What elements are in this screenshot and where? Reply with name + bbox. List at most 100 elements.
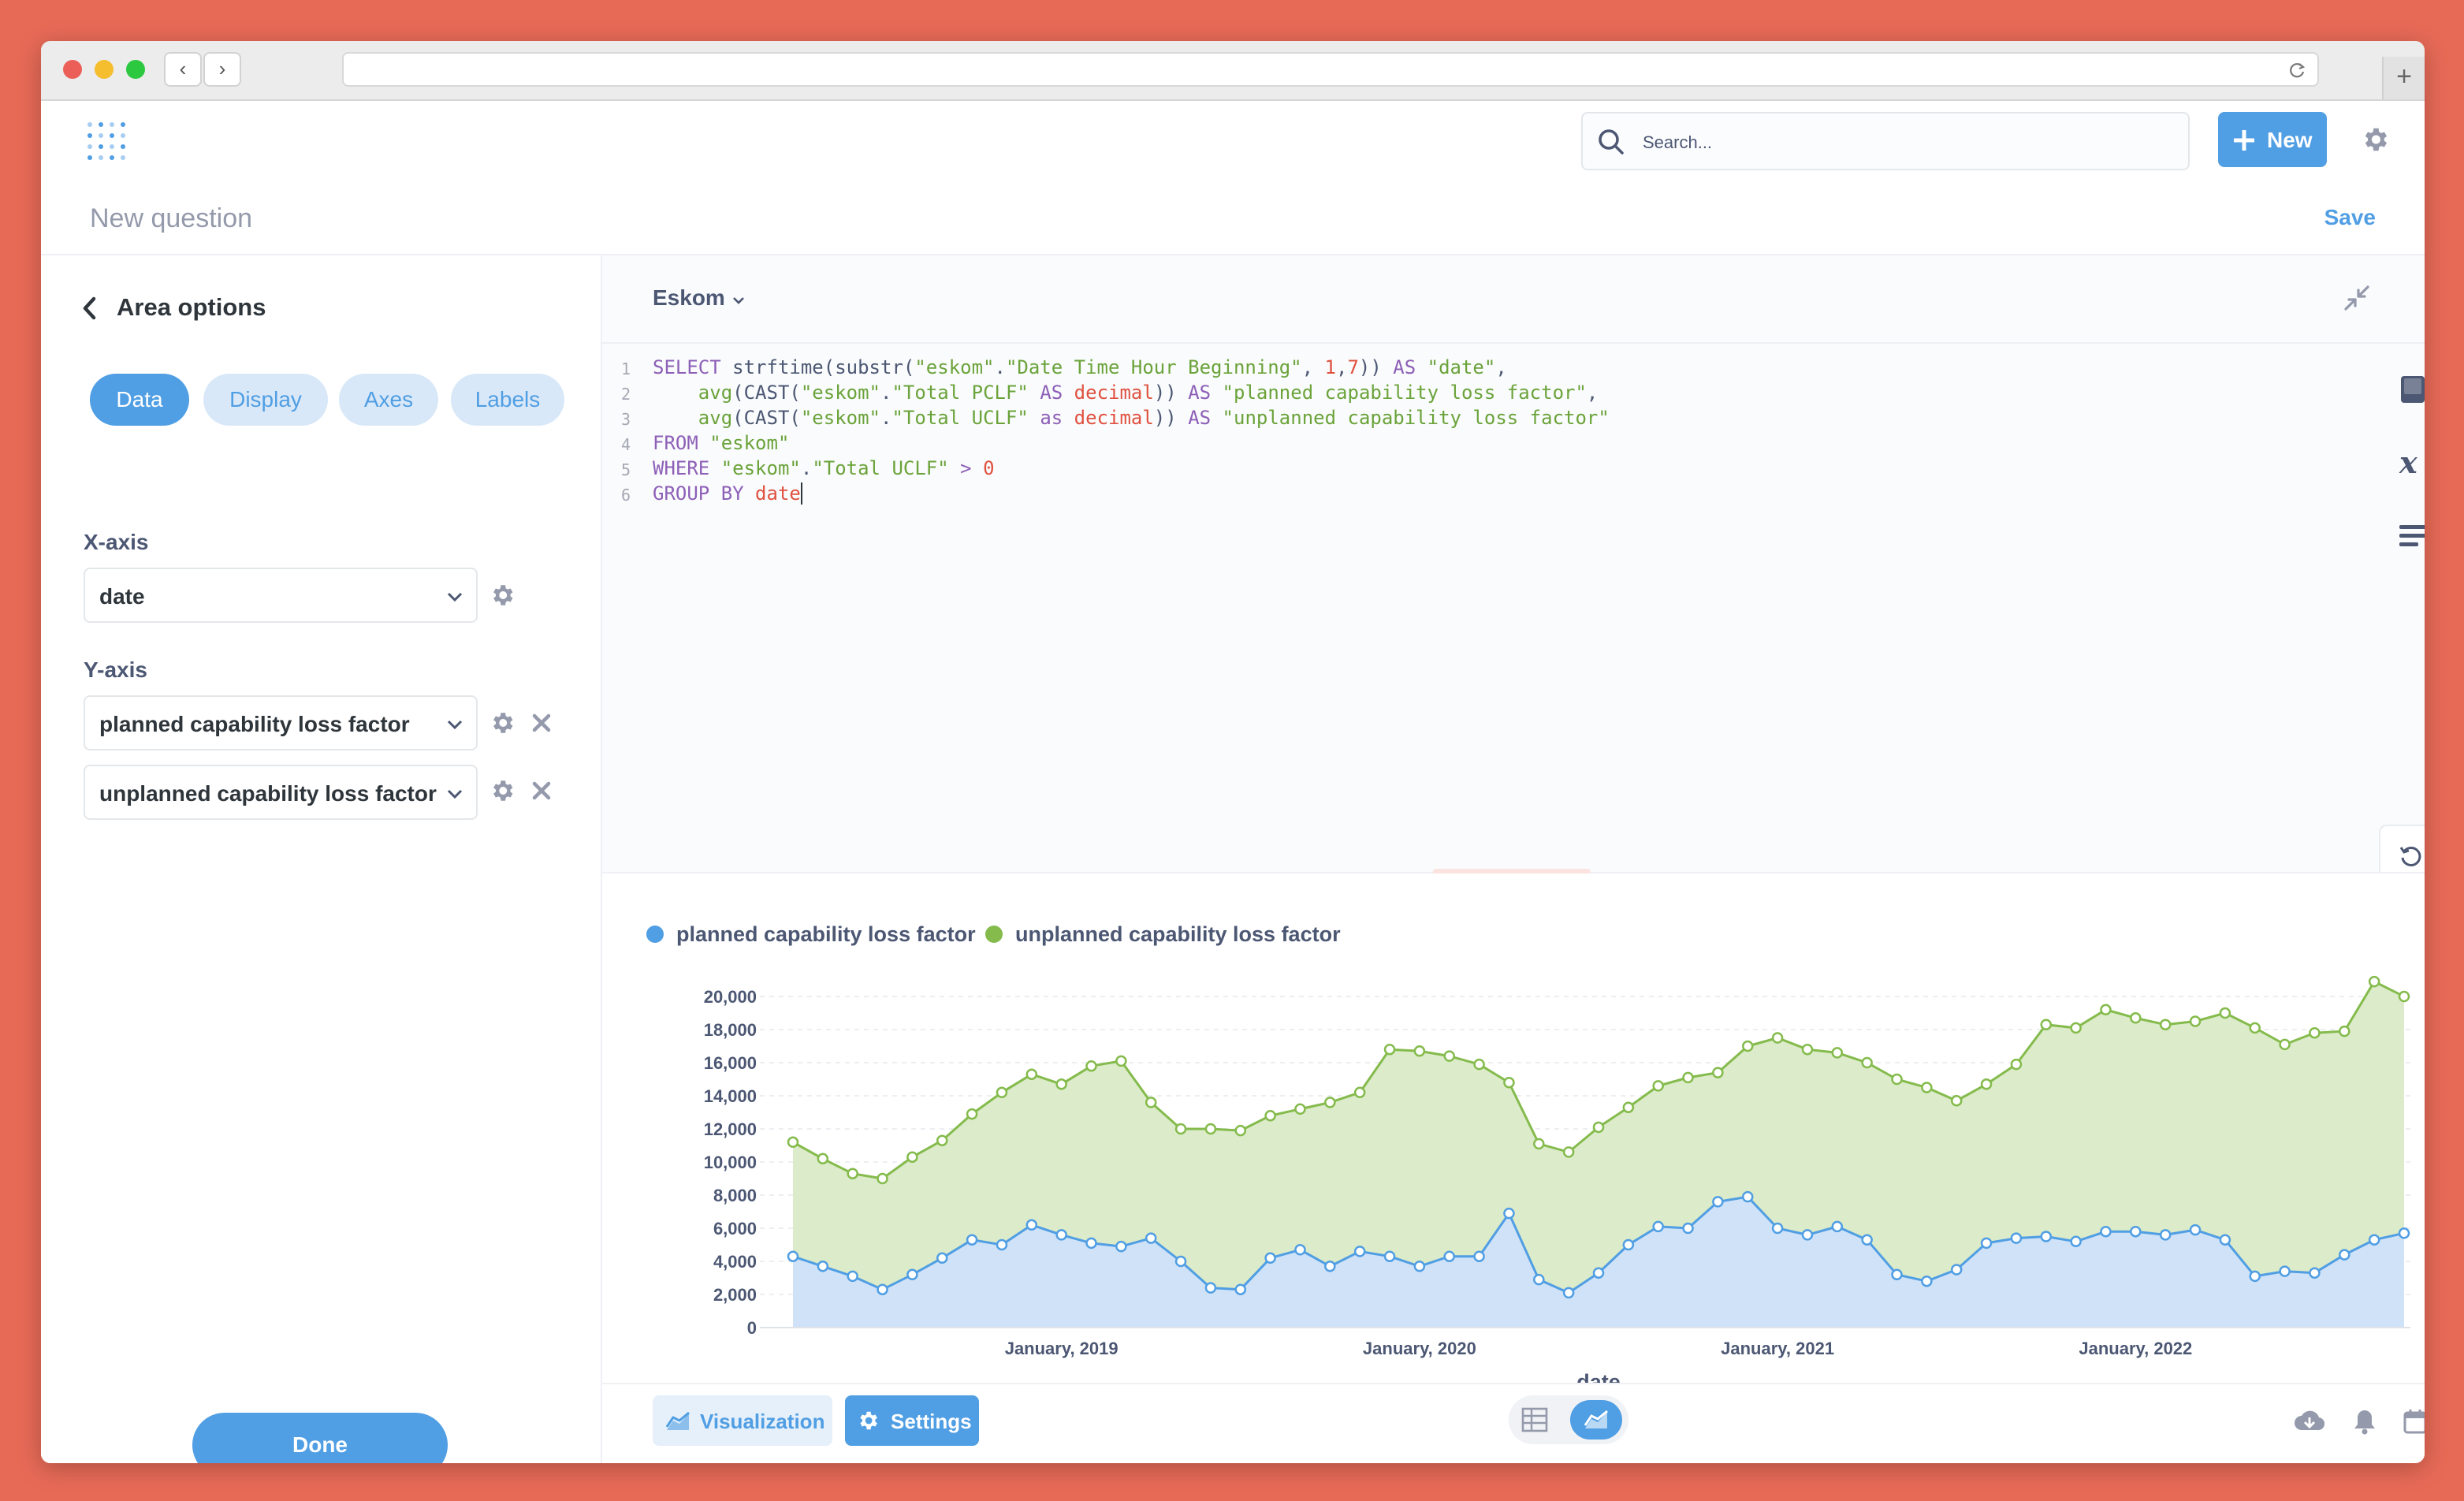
data-point[interactable] <box>936 1134 948 1146</box>
data-point[interactable] <box>996 1238 1008 1251</box>
data-point[interactable] <box>877 1172 888 1185</box>
data-point[interactable] <box>1622 1101 1635 1113</box>
forward-button[interactable]: › <box>203 52 241 87</box>
data-point[interactable] <box>2249 1022 2261 1034</box>
data-point[interactable] <box>1413 1045 1426 1057</box>
new-tab-button[interactable]: + <box>2382 57 2425 99</box>
data-point[interactable] <box>1891 1073 1903 1086</box>
data-point[interactable] <box>787 1136 799 1149</box>
url-bar[interactable] <box>342 52 2319 87</box>
data-point[interactable] <box>1533 1138 1545 1150</box>
data-point[interactable] <box>1980 1078 1993 1090</box>
data-point[interactable] <box>1831 1220 1844 1233</box>
data-point[interactable] <box>906 1268 918 1281</box>
calendar-icon[interactable] <box>2403 1408 2425 1435</box>
maximize-window-button[interactable] <box>126 60 145 79</box>
data-point[interactable] <box>1742 1190 1754 1203</box>
data-point[interactable] <box>2309 1026 2321 1039</box>
data-point[interactable] <box>1174 1123 1187 1135</box>
metabase-logo-icon[interactable] <box>85 120 126 161</box>
data-point[interactable] <box>1771 1222 1784 1235</box>
data-point[interactable] <box>2070 1235 2082 1248</box>
table-icon[interactable] <box>1521 1407 1548 1432</box>
data-point[interactable] <box>1533 1273 1545 1286</box>
data-point[interactable] <box>906 1151 918 1163</box>
data-point[interactable] <box>936 1252 948 1264</box>
data-point[interactable] <box>1652 1080 1664 1092</box>
tab-labels[interactable]: Labels <box>451 374 564 426</box>
done-button[interactable]: Done <box>192 1413 448 1463</box>
data-point[interactable] <box>2219 1234 2231 1246</box>
data-point[interactable] <box>1503 1076 1515 1089</box>
data-point[interactable] <box>1353 1086 1366 1099</box>
data-point[interactable] <box>1264 1109 1276 1122</box>
data-point[interactable] <box>2398 1227 2410 1239</box>
data-point[interactable] <box>1682 1071 1694 1084</box>
data-point[interactable] <box>2309 1267 2321 1279</box>
data-point[interactable] <box>2249 1270 2261 1283</box>
y-axis-select-2[interactable]: unplanned capability loss factor <box>84 765 478 820</box>
data-point[interactable] <box>787 1250 799 1262</box>
data-reference-icon[interactable] <box>2398 374 2425 405</box>
data-point[interactable] <box>1115 1240 1127 1253</box>
minimize-window-button[interactable] <box>95 60 114 79</box>
gear-icon[interactable] <box>2360 125 2390 155</box>
y-axis-select-1[interactable]: planned capability loss factor <box>84 695 478 750</box>
new-button[interactable]: New <box>2218 112 2327 167</box>
back-button[interactable]: ‹ <box>164 52 202 87</box>
gear-icon[interactable] <box>489 710 516 736</box>
tab-display[interactable]: Display <box>203 374 328 426</box>
data-point[interactable] <box>966 1108 978 1120</box>
data-point[interactable] <box>1801 1229 1814 1241</box>
save-button[interactable]: Save <box>2324 205 2376 230</box>
close-icon[interactable] <box>531 713 552 733</box>
data-point[interactable] <box>1145 1232 1157 1244</box>
data-point[interactable] <box>1383 1043 1396 1056</box>
data-point[interactable] <box>1294 1244 1306 1256</box>
data-point[interactable] <box>1025 1219 1038 1231</box>
tab-data[interactable]: Data <box>90 374 189 426</box>
data-point[interactable] <box>1921 1082 1933 1093</box>
settings-button[interactable]: Settings <box>845 1395 979 1446</box>
page-title[interactable]: New question <box>90 203 252 234</box>
data-point[interactable] <box>817 1153 829 1165</box>
data-point[interactable] <box>2159 1229 2172 1241</box>
data-point[interactable] <box>1622 1238 1635 1251</box>
data-point[interactable] <box>1353 1246 1366 1257</box>
data-point[interactable] <box>1264 1252 1276 1264</box>
data-point[interactable] <box>2130 1012 2142 1024</box>
chart-view-button[interactable] <box>1570 1400 1622 1440</box>
data-point[interactable] <box>2368 1234 2380 1246</box>
data-point[interactable] <box>1682 1222 1694 1235</box>
data-point[interactable] <box>2070 1022 2082 1034</box>
bell-icon[interactable] <box>2352 1408 2377 1435</box>
data-point[interactable] <box>1085 1237 1097 1250</box>
data-point[interactable] <box>996 1086 1008 1099</box>
data-point[interactable] <box>1174 1255 1187 1268</box>
data-point[interactable] <box>1145 1097 1157 1108</box>
gear-icon[interactable] <box>489 582 516 609</box>
data-point[interactable] <box>1234 1283 1247 1295</box>
data-point[interactable] <box>1592 1267 1605 1279</box>
data-point[interactable] <box>1055 1078 1067 1090</box>
data-point[interactable] <box>1771 1032 1784 1044</box>
data-point[interactable] <box>1413 1261 1426 1272</box>
data-point[interactable] <box>966 1234 978 1246</box>
data-point[interactable] <box>2159 1019 2172 1030</box>
data-point[interactable] <box>2010 1232 2023 1244</box>
data-point[interactable] <box>2100 1004 2112 1016</box>
data-point[interactable] <box>1324 1261 1336 1272</box>
data-point[interactable] <box>2130 1225 2142 1238</box>
snippets-icon[interactable] <box>2398 523 2425 549</box>
data-point[interactable] <box>1831 1047 1844 1059</box>
data-point[interactable] <box>1712 1067 1724 1078</box>
x-axis-select[interactable]: date <box>84 568 478 623</box>
data-point[interactable] <box>1204 1282 1217 1294</box>
data-point[interactable] <box>2279 1265 2291 1277</box>
tab-axes[interactable]: Axes <box>339 374 438 426</box>
data-point[interactable] <box>1473 1058 1485 1071</box>
data-point[interactable] <box>2010 1058 2023 1071</box>
data-point[interactable] <box>2339 1249 2350 1261</box>
data-point[interactable] <box>817 1261 829 1272</box>
data-point[interactable] <box>1921 1275 1933 1287</box>
